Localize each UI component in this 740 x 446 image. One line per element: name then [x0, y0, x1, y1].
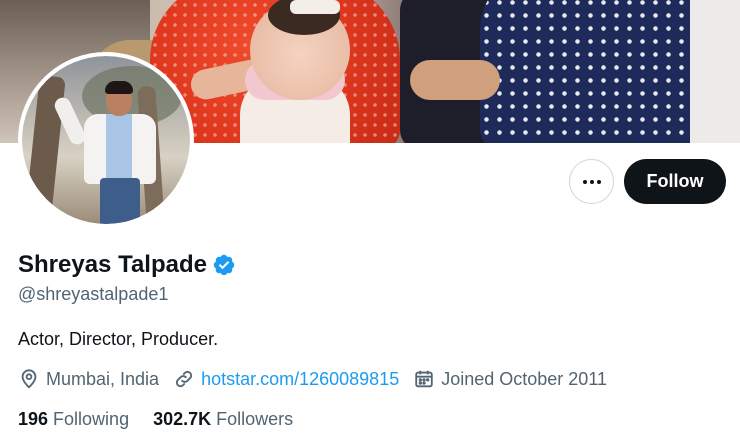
more-horizontal-icon	[582, 179, 601, 184]
calendar-icon	[415, 370, 433, 388]
followers-count: 302.7K	[153, 408, 212, 429]
following-count: 196	[18, 408, 49, 429]
location: Mumbai, India	[18, 368, 159, 390]
display-name: Shreyas Talpade	[18, 251, 207, 278]
link-icon	[175, 370, 193, 388]
followers-link[interactable]: 302.7K Followers	[153, 409, 293, 430]
bio: Actor, Director, Producer.	[18, 329, 219, 349]
website[interactable]: hotstar.com/1260089815	[173, 368, 399, 390]
profile-avatar[interactable]	[18, 52, 194, 228]
following-label: Following	[53, 408, 130, 429]
profile-meta: Mumbai, India hotstar.com/1260089815 Joi…	[18, 367, 621, 391]
name-row: Shreyas Talpade	[18, 250, 236, 280]
location-pin-icon	[21, 369, 37, 389]
more-options-button[interactable]	[569, 159, 614, 204]
profile-stats: 196 Following 302.7K Followers	[18, 407, 317, 431]
followers-label: Followers	[216, 408, 294, 429]
location-text: Mumbai, India	[46, 368, 160, 389]
following-link[interactable]: 196 Following	[18, 409, 129, 430]
joined-date: Joined October 2011	[413, 368, 607, 390]
verified-badge-icon[interactable]	[212, 253, 236, 277]
follow-button[interactable]: Follow	[624, 159, 726, 204]
joined-text: Joined October 2011	[441, 368, 607, 389]
handle: @shreyastalpade1	[18, 284, 169, 304]
website-link[interactable]: hotstar.com/1260089815	[201, 369, 399, 390]
